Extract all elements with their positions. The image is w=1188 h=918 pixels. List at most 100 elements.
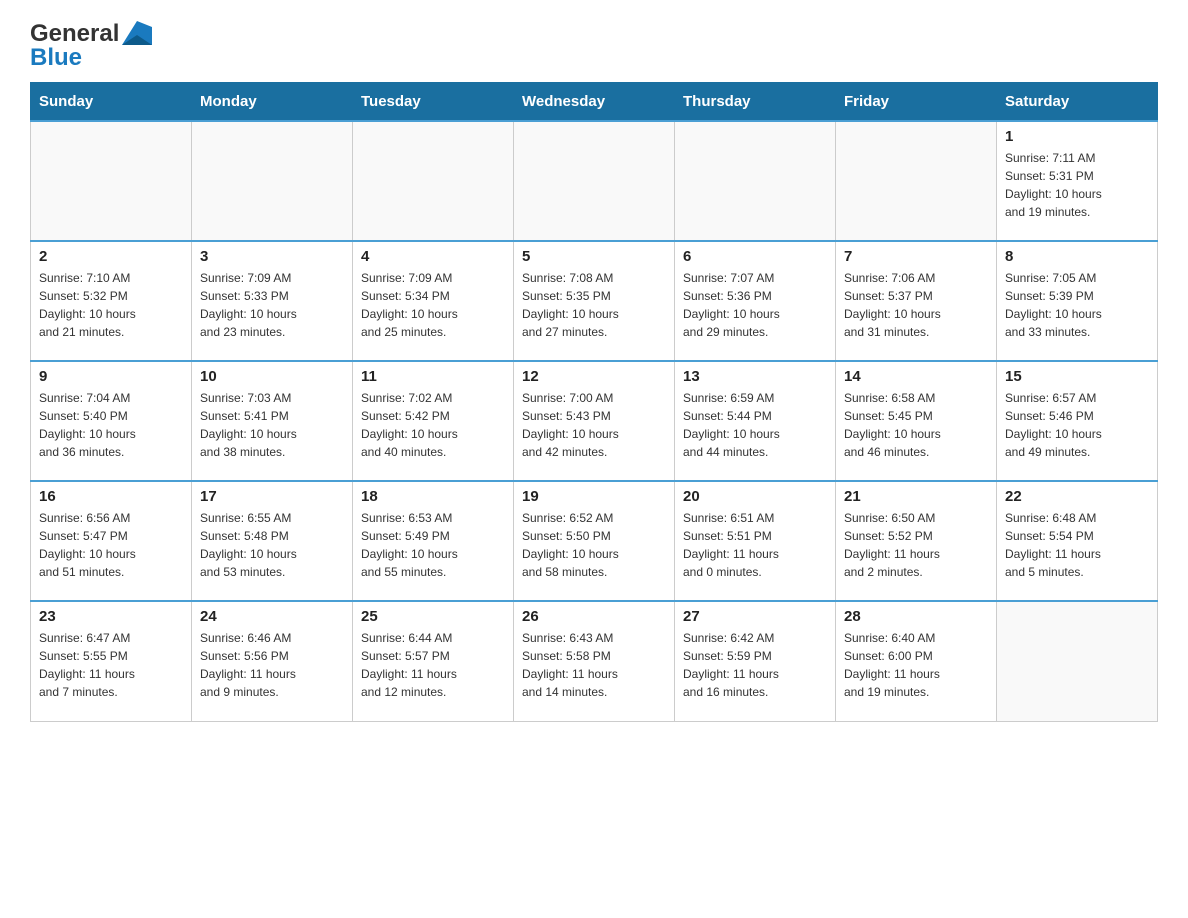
calendar-cell: 19Sunrise: 6:52 AMSunset: 5:50 PMDayligh… — [514, 481, 675, 601]
day-number: 22 — [1005, 488, 1149, 505]
calendar-cell — [514, 121, 675, 241]
day-number: 16 — [39, 488, 183, 505]
calendar-cell: 2 Sunrise: 7:10 AMSunset: 5:32 PMDaylight… — [31, 241, 192, 361]
day-info: Sunrise: 6:50 AMSunset: 5:52 PMDaylight:… — [844, 509, 988, 581]
day-number: 18 — [361, 488, 505, 505]
day-number: 12 — [522, 368, 666, 385]
calendar-cell — [353, 121, 514, 241]
day-number: 20 — [683, 488, 827, 505]
day-info: Sunrise: 7:05 AMSunset: 5:39 PMDaylight:… — [1005, 269, 1149, 341]
day-number: 28 — [844, 608, 988, 625]
day-info: Sunrise: 6:44 AMSunset: 5:57 PMDaylight:… — [361, 629, 505, 701]
day-number: 14 — [844, 368, 988, 385]
day-number: 13 — [683, 368, 827, 385]
day-number: 15 — [1005, 368, 1149, 385]
logo-blue-text: Blue — [30, 44, 82, 72]
day-info: Sunrise: 7:09 AMSunset: 5:34 PMDaylight:… — [361, 269, 505, 341]
calendar-cell — [675, 121, 836, 241]
day-info: Sunrise: 6:56 AMSunset: 5:47 PMDaylight:… — [39, 509, 183, 581]
calendar-cell: 12 Sunrise: 7:00 AMSunset: 5:43 PMDayligh… — [514, 361, 675, 481]
calendar-week-row: 16 Sunrise: 6:56 AMSunset: 5:47 PMDayligh… — [31, 481, 1158, 601]
day-info: Sunrise: 7:09 AMSunset: 5:33 PMDaylight:… — [200, 269, 344, 341]
day-number: 1 — [1005, 128, 1149, 145]
calendar-cell: 11 Sunrise: 7:02 AMSunset: 5:42 PMDayligh… — [353, 361, 514, 481]
calendar-week-row: 23 Sunrise: 6:47 AMSunset: 5:55 PMDayligh… — [31, 601, 1158, 721]
day-info: Sunrise: 7:02 AMSunset: 5:42 PMDaylight:… — [361, 389, 505, 461]
logo: General Blue — [30, 20, 152, 72]
day-info: Sunrise: 6:52 AMSunset: 5:50 PMDaylight:… — [522, 509, 666, 581]
calendar-cell: 10 Sunrise: 7:03 AMSunset: 5:41 PMDayligh… — [192, 361, 353, 481]
calendar-cell: 16 Sunrise: 6:56 AMSunset: 5:47 PMDayligh… — [31, 481, 192, 601]
day-number: 23 — [39, 608, 183, 625]
calendar-cell: 28 Sunrise: 6:40 AMSunset: 6:00 PMDayligh… — [836, 601, 997, 721]
calendar-cell: 17 Sunrise: 6:55 AMSunset: 5:48 PMDayligh… — [192, 481, 353, 601]
logo-container: General Blue — [30, 20, 152, 72]
calendar-cell: 24Sunrise: 6:46 AMSunset: 5:56 PMDayligh… — [192, 601, 353, 721]
day-info: Sunrise: 7:04 AMSunset: 5:40 PMDaylight:… — [39, 389, 183, 461]
calendar-cell: 26Sunrise: 6:43 AMSunset: 5:58 PMDayligh… — [514, 601, 675, 721]
weekday-header-wednesday: Wednesday — [514, 83, 675, 122]
day-info: Sunrise: 7:11 AMSunset: 5:31 PMDaylight:… — [1005, 149, 1149, 221]
calendar-week-row: 2 Sunrise: 7:10 AMSunset: 5:32 PMDaylight… — [31, 241, 1158, 361]
day-number: 8 — [1005, 248, 1149, 265]
day-number: 2 — [39, 248, 183, 265]
calendar-cell: 1 Sunrise: 7:11 AMSunset: 5:31 PMDaylight… — [997, 121, 1158, 241]
calendar-cell: 3 Sunrise: 7:09 AMSunset: 5:33 PMDaylight… — [192, 241, 353, 361]
calendar-cell: 15Sunrise: 6:57 AMSunset: 5:46 PMDayligh… — [997, 361, 1158, 481]
day-info: Sunrise: 6:43 AMSunset: 5:58 PMDaylight:… — [522, 629, 666, 701]
day-number: 21 — [844, 488, 988, 505]
day-number: 25 — [361, 608, 505, 625]
day-info: Sunrise: 6:59 AMSunset: 5:44 PMDaylight:… — [683, 389, 827, 461]
calendar-cell: 27 Sunrise: 6:42 AMSunset: 5:59 PMDayligh… — [675, 601, 836, 721]
weekday-header-sunday: Sunday — [31, 83, 192, 122]
day-info: Sunrise: 6:55 AMSunset: 5:48 PMDaylight:… — [200, 509, 344, 581]
day-number: 5 — [522, 248, 666, 265]
calendar-cell: 13 Sunrise: 6:59 AMSunset: 5:44 PMDayligh… — [675, 361, 836, 481]
calendar-cell: 25 Sunrise: 6:44 AMSunset: 5:57 PMDayligh… — [353, 601, 514, 721]
weekday-header-monday: Monday — [192, 83, 353, 122]
calendar-header-row: SundayMondayTuesdayWednesdayThursdayFrid… — [31, 83, 1158, 122]
day-info: Sunrise: 7:06 AMSunset: 5:37 PMDaylight:… — [844, 269, 988, 341]
day-info: Sunrise: 7:10 AMSunset: 5:32 PMDaylight:… — [39, 269, 183, 341]
calendar-cell: 9 Sunrise: 7:04 AMSunset: 5:40 PMDaylight… — [31, 361, 192, 481]
day-number: 10 — [200, 368, 344, 385]
calendar-cell — [192, 121, 353, 241]
calendar-cell — [997, 601, 1158, 721]
page-header: General Blue — [30, 20, 1158, 72]
day-info: Sunrise: 6:51 AMSunset: 5:51 PMDaylight:… — [683, 509, 827, 581]
day-info: Sunrise: 6:53 AMSunset: 5:49 PMDaylight:… — [361, 509, 505, 581]
calendar-cell: 8 Sunrise: 7:05 AMSunset: 5:39 PMDaylight… — [997, 241, 1158, 361]
weekday-header-tuesday: Tuesday — [353, 83, 514, 122]
day-info: Sunrise: 6:47 AMSunset: 5:55 PMDaylight:… — [39, 629, 183, 701]
calendar-cell: 22 Sunrise: 6:48 AMSunset: 5:54 PMDayligh… — [997, 481, 1158, 601]
calendar-cell: 20 Sunrise: 6:51 AMSunset: 5:51 PMDayligh… — [675, 481, 836, 601]
calendar-week-row: 9 Sunrise: 7:04 AMSunset: 5:40 PMDaylight… — [31, 361, 1158, 481]
calendar-cell: 18 Sunrise: 6:53 AMSunset: 5:49 PMDayligh… — [353, 481, 514, 601]
calendar-cell: 6Sunrise: 7:07 AMSunset: 5:36 PMDaylight… — [675, 241, 836, 361]
calendar-cell: 14 Sunrise: 6:58 AMSunset: 5:45 PMDayligh… — [836, 361, 997, 481]
day-number: 27 — [683, 608, 827, 625]
day-number: 11 — [361, 368, 505, 385]
day-number: 9 — [39, 368, 183, 385]
day-info: Sunrise: 6:42 AMSunset: 5:59 PMDaylight:… — [683, 629, 827, 701]
calendar-cell — [31, 121, 192, 241]
day-number: 4 — [361, 248, 505, 265]
weekday-header-friday: Friday — [836, 83, 997, 122]
calendar-cell: 5 Sunrise: 7:08 AMSunset: 5:35 PMDaylight… — [514, 241, 675, 361]
weekday-header-saturday: Saturday — [997, 83, 1158, 122]
calendar-cell: 4 Sunrise: 7:09 AMSunset: 5:34 PMDaylight… — [353, 241, 514, 361]
day-info: Sunrise: 6:58 AMSunset: 5:45 PMDaylight:… — [844, 389, 988, 461]
logo-triangle-icon — [122, 21, 152, 45]
day-info: Sunrise: 7:07 AMSunset: 5:36 PMDaylight:… — [683, 269, 827, 341]
day-number: 17 — [200, 488, 344, 505]
day-info: Sunrise: 7:00 AMSunset: 5:43 PMDaylight:… — [522, 389, 666, 461]
calendar-cell: 23 Sunrise: 6:47 AMSunset: 5:55 PMDayligh… — [31, 601, 192, 721]
day-info: Sunrise: 6:40 AMSunset: 6:00 PMDaylight:… — [844, 629, 988, 701]
calendar-cell: 21 Sunrise: 6:50 AMSunset: 5:52 PMDayligh… — [836, 481, 997, 601]
day-info: Sunrise: 7:08 AMSunset: 5:35 PMDaylight:… — [522, 269, 666, 341]
calendar-table: SundayMondayTuesdayWednesdayThursdayFrid… — [30, 82, 1158, 722]
day-info: Sunrise: 6:48 AMSunset: 5:54 PMDaylight:… — [1005, 509, 1149, 581]
day-info: Sunrise: 7:03 AMSunset: 5:41 PMDaylight:… — [200, 389, 344, 461]
day-number: 3 — [200, 248, 344, 265]
day-info: Sunrise: 6:46 AMSunset: 5:56 PMDaylight:… — [200, 629, 344, 701]
